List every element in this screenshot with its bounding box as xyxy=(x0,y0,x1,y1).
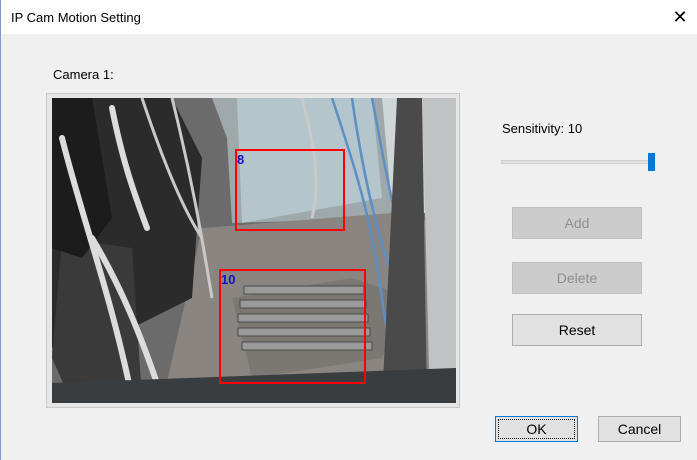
zone-label-8: 8 xyxy=(237,152,245,167)
delete-button[interactable]: Delete xyxy=(512,262,642,294)
add-button[interactable]: Add xyxy=(512,207,642,239)
camera-preview-frame: 8 10 xyxy=(46,93,460,408)
sensitivity-label: Sensitivity: 10 xyxy=(502,121,583,136)
camera-image xyxy=(52,98,456,403)
camera-preview[interactable]: 8 10 xyxy=(52,98,456,403)
motion-setting-dialog: IP Cam Motion Setting ✕ Camera 1: 8 10 S… xyxy=(0,0,697,460)
ok-button[interactable]: OK xyxy=(495,416,578,442)
ok-button-label: OK xyxy=(526,421,547,437)
window-title: IP Cam Motion Setting xyxy=(11,10,141,25)
close-icon[interactable]: ✕ xyxy=(663,0,697,34)
reset-button[interactable]: Reset xyxy=(512,314,642,346)
camera-label: Camera 1: xyxy=(53,67,114,82)
title-bar: IP Cam Motion Setting ✕ xyxy=(1,0,697,34)
sensitivity-slider[interactable] xyxy=(501,150,657,174)
slider-thumb[interactable] xyxy=(648,153,655,171)
zone-label-10: 10 xyxy=(221,272,236,287)
slider-track[interactable] xyxy=(501,160,651,164)
cancel-button[interactable]: Cancel xyxy=(598,416,681,442)
